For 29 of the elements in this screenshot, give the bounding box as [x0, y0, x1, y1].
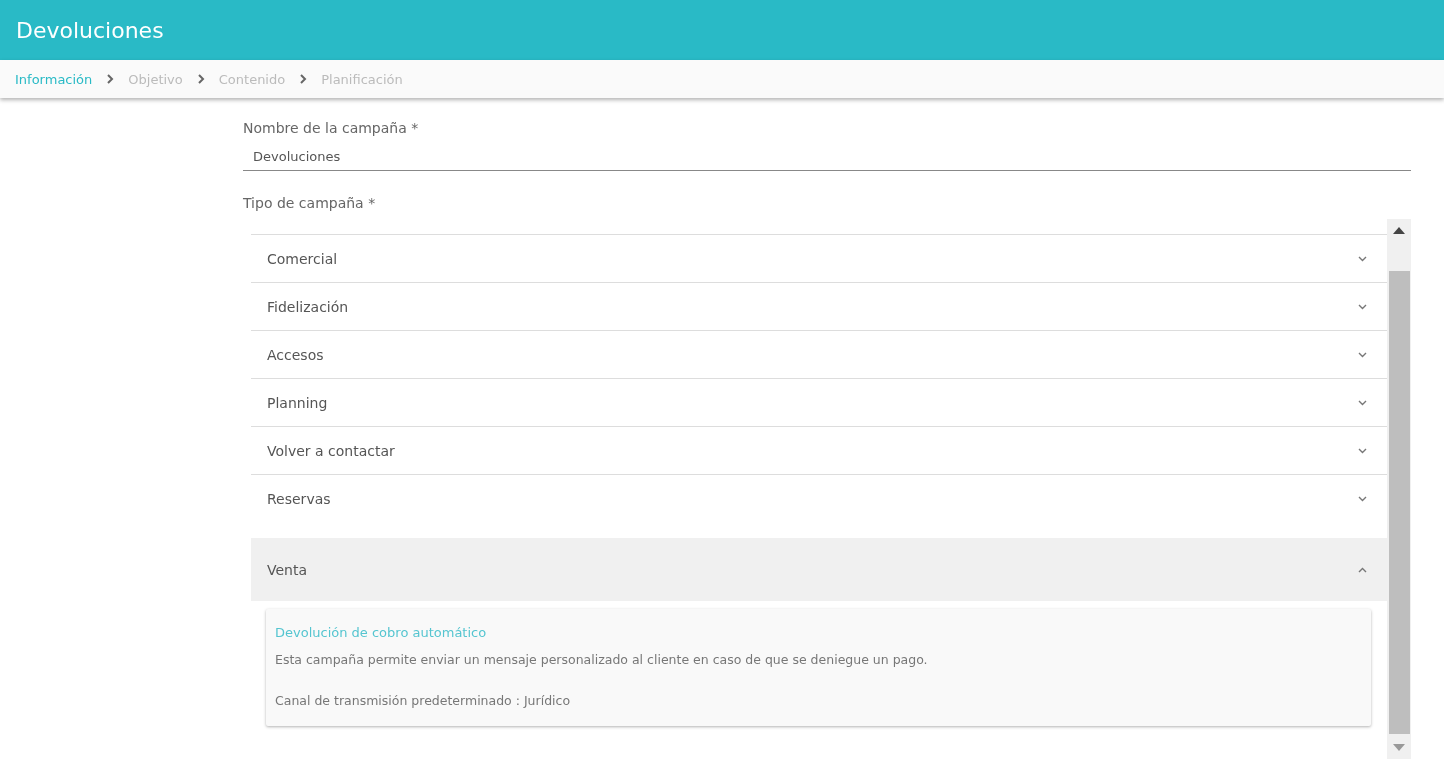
caret-down-icon — [1358, 351, 1367, 358]
option-channel: Canal de transmisión predeterminado : Jurídico — [275, 693, 572, 708]
campaign-name-field[interactable]: Devoluciones — [243, 149, 1411, 171]
accordion-header[interactable]: Fidelización — [251, 283, 1387, 330]
caret-down-icon — [1358, 447, 1367, 454]
caret-up-icon — [1358, 566, 1367, 573]
scroll-up-icon[interactable] — [1393, 227, 1405, 234]
chevron-right-icon — [196, 74, 205, 84]
field-label: Tipo de campaña * — [243, 195, 377, 211]
caret-down-icon — [1358, 255, 1367, 262]
scroll-down-icon[interactable] — [1393, 744, 1405, 751]
caret-down-icon — [1358, 495, 1367, 502]
accordion-header[interactable]: Comercial — [251, 235, 1387, 282]
page-title: Devoluciones — [16, 17, 164, 43]
accordion-header[interactable]: Reservas — [251, 475, 1387, 522]
field-label: Nombre de la campaña * — [243, 120, 420, 136]
chevron-right-icon — [299, 74, 308, 84]
scrollbar[interactable] — [1387, 219, 1411, 759]
option-card[interactable]: Devolución de cobro automático Esta campaña permite enviar un mensaje personalizado al cliente en caso de que se deniegue un pago. Canal de transmisión predeterminado : Jurídico — [266, 609, 1371, 726]
option-title: Devolución de cobro automático — [275, 625, 488, 640]
scrollbar-thumb[interactable] — [1388, 271, 1410, 734]
caret-down-icon — [1358, 399, 1367, 406]
chevron-right-icon — [106, 74, 115, 84]
option-description: Esta campaña permite enviar un mensaje personalizado al cliente en caso de que se deniegue un pago. — [275, 652, 929, 667]
accordion-header[interactable]: Accesos — [251, 331, 1387, 378]
caret-down-icon — [1358, 303, 1367, 310]
accordion-header[interactable]: Venta — [251, 538, 1387, 601]
accordion-header[interactable]: Planning — [251, 379, 1387, 426]
accordion-header[interactable]: Volver a contactar — [251, 427, 1387, 474]
